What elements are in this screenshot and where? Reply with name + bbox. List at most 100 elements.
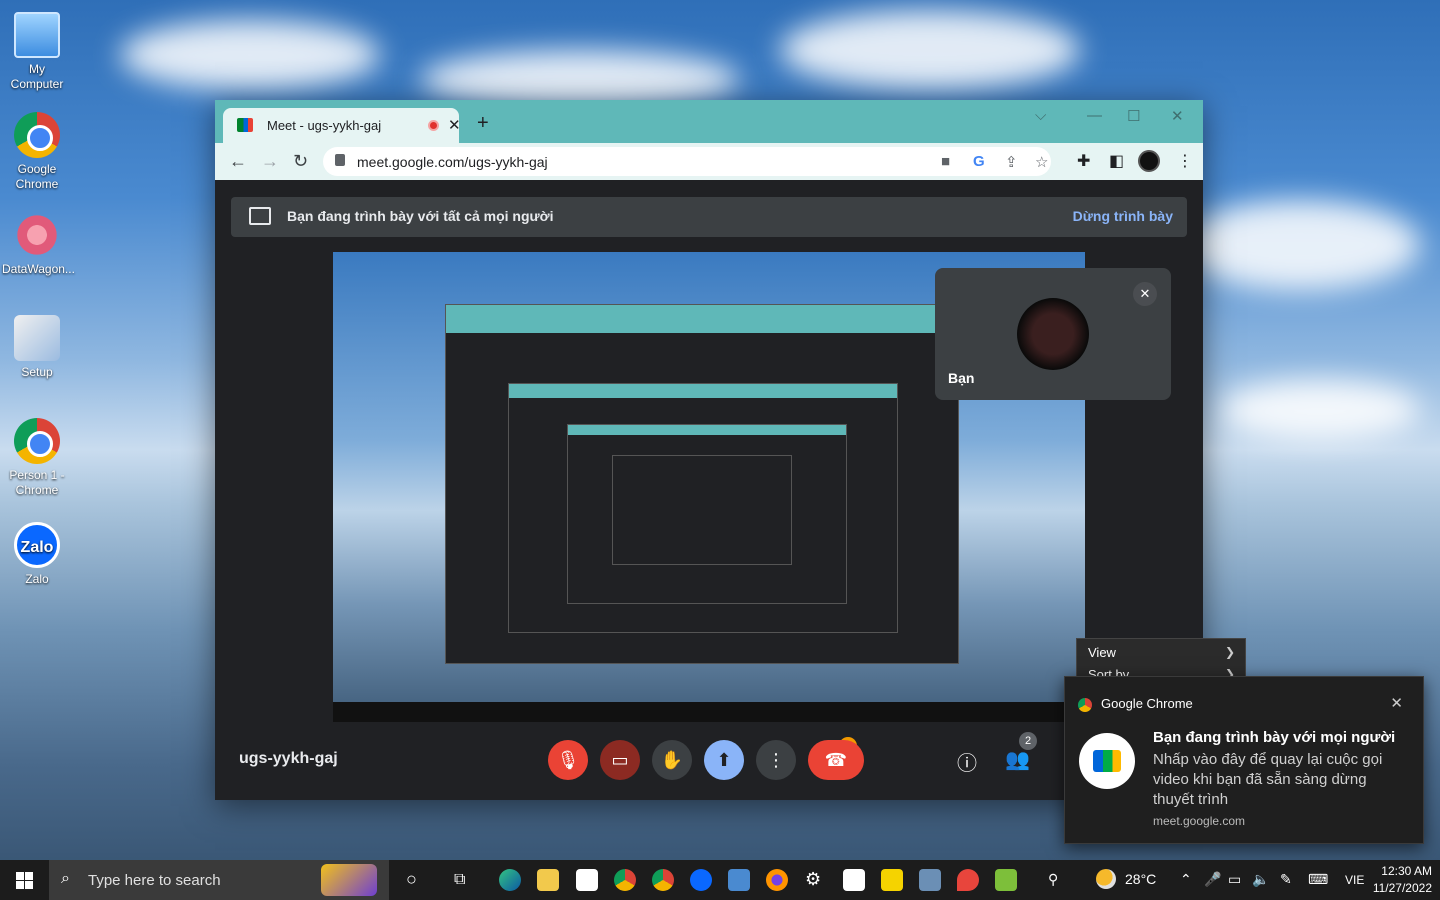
desktop-icon-person1-chrome[interactable]: Person 1 - Chrome	[2, 418, 72, 498]
clock-date: 11/27/2022	[1372, 881, 1432, 895]
camera-off-button[interactable]: ▭	[600, 740, 640, 780]
wallpaper-cloud	[780, 10, 1080, 90]
people-icon[interactable]: ⚲	[1048, 871, 1058, 888]
google-lens-icon[interactable]: G	[973, 153, 985, 170]
my-computer-icon	[14, 12, 60, 58]
more-options-button[interactable]: ⋮	[756, 740, 796, 780]
calculator-icon[interactable]	[919, 869, 941, 891]
end-call-button[interactable]: ☎	[808, 740, 864, 780]
system-clock[interactable]: 12:30 AM 11/27/2022	[1373, 863, 1432, 897]
nested-window-level-1	[445, 304, 959, 664]
nested-tabstrip	[568, 425, 846, 435]
volume-icon[interactable]: 🔈	[1252, 871, 1269, 888]
weather-temperature[interactable]: 28°C	[1125, 871, 1156, 887]
wallpaper-cloud	[120, 20, 380, 90]
notepad-icon[interactable]	[995, 869, 1017, 891]
notification-source: meet.google.com	[1153, 814, 1246, 828]
nested-taskbar	[333, 702, 1085, 722]
cortana-icon[interactable]: ○	[406, 869, 417, 890]
extensions-puzzle-icon[interactable]: ✚	[1077, 151, 1090, 171]
back-button[interactable]: ←	[229, 151, 247, 172]
side-panel-icon[interactable]: ◧	[1109, 151, 1124, 171]
network-icon[interactable]: ▭	[1228, 871, 1241, 888]
notification-title: Bạn đang trình bày với mọi người	[1153, 729, 1396, 746]
desktop-icon-label: DataWagon...	[2, 262, 75, 276]
lock-icon	[335, 154, 345, 166]
task-view-icon[interactable]: ⧉	[454, 871, 465, 889]
mic-off-button[interactable]: 🎙	[548, 740, 588, 780]
search-placeholder: Type here to search	[88, 872, 221, 889]
clock-time: 12:30 AM	[1381, 864, 1432, 878]
share-icon[interactable]: ⇪	[1005, 153, 1018, 171]
edge-icon[interactable]	[499, 869, 521, 891]
nested-window-level-4	[612, 455, 792, 565]
desktop-icon-google-chrome[interactable]: Google Chrome	[2, 112, 72, 192]
nested-tabstrip	[509, 384, 897, 398]
context-menu-item-view[interactable]: View	[1088, 645, 1116, 660]
notification-body: Nhấp vào đây để quay lại cuộc gọi video …	[1153, 751, 1383, 808]
self-avatar	[1017, 298, 1089, 370]
taskbar-search-box[interactable]: ⌕ Type here to search	[49, 860, 389, 900]
wallpaper-cloud	[1220, 380, 1420, 440]
camera-in-use-icon[interactable]: ■	[941, 153, 950, 170]
reload-button[interactable]: ↻	[293, 151, 308, 172]
show-hidden-icons-chevron-icon[interactable]: ⌃	[1180, 871, 1192, 888]
chrome-profile-icon	[14, 418, 60, 464]
touch-keyboard-icon[interactable]: ⌨	[1308, 871, 1328, 888]
google-meet-favicon-icon	[237, 118, 253, 132]
meeting-details-icon[interactable]: ⓘ	[957, 747, 977, 776]
bookmark-star-icon[interactable]: ☆	[1035, 153, 1048, 171]
shield-app-icon[interactable]	[843, 869, 865, 891]
pen-icon[interactable]: ✎	[1280, 871, 1292, 888]
stop-presenting-button[interactable]: Dừng trình bày	[1073, 208, 1173, 224]
chrome-icon	[14, 112, 60, 158]
weather-icon[interactable]	[1096, 869, 1116, 889]
raise-hand-button[interactable]: ✋	[652, 740, 692, 780]
search-highlight-art	[321, 864, 377, 896]
file-explorer-icon[interactable]	[537, 869, 559, 891]
minimize-button[interactable]: —	[1087, 107, 1102, 124]
input-language[interactable]: VIE	[1345, 873, 1364, 887]
new-tab-button[interactable]: +	[477, 112, 489, 135]
self-video-tile[interactable]: ✕ Bạn	[935, 268, 1171, 400]
close-window-button[interactable]: ✕	[1171, 107, 1184, 125]
desktop-icon-label: Person 1 - Chrome	[9, 468, 65, 497]
address-bar[interactable]: meet.google.com/ugs-yykh-gaj ■ G ⇪ ☆	[323, 147, 1051, 176]
desktop-icon-zalo[interactable]: Zalo Zalo	[2, 522, 72, 587]
recording-indicator-icon	[428, 120, 439, 131]
firefox-icon[interactable]	[766, 869, 788, 891]
maximize-button[interactable]: ☐	[1127, 107, 1140, 125]
maps-pin-icon[interactable]	[957, 869, 979, 891]
settings-gear-icon[interactable]: ⚙	[805, 869, 821, 890]
nested-tabstrip	[446, 305, 958, 333]
tab-meet[interactable]: Meet - ugs-yykh-gaj ✕	[223, 108, 461, 143]
notification-close-button[interactable]: ✕	[1390, 694, 1403, 712]
chrome-notification[interactable]: Google Chrome ✕ Bạn đang trình bày với m…	[1064, 676, 1424, 844]
microphone-icon[interactable]: 🎤	[1204, 871, 1221, 888]
tab-close-button[interactable]: ✕	[448, 116, 461, 134]
forward-button[interactable]: →	[261, 151, 279, 172]
browser-toolbar: ← → ↻ meet.google.com/ugs-yykh-gaj ■ G ⇪…	[215, 143, 1203, 180]
store-icon[interactable]	[576, 869, 598, 891]
desktop-icon-datawagon[interactable]: DataWagon...	[2, 212, 75, 277]
desktop-context-menu: View ❯ Sort by ❯	[1076, 638, 1246, 678]
wallpaper-cloud	[1180, 200, 1420, 290]
participants-icon[interactable]: 👥	[1005, 747, 1030, 772]
profile-avatar[interactable]	[1138, 150, 1160, 172]
zalo-taskbar-icon[interactable]	[690, 869, 712, 891]
chrome-taskbar-icon[interactable]	[614, 869, 636, 891]
self-tile-name: Bạn	[948, 370, 975, 386]
chrome-profile-taskbar-icon[interactable]	[652, 869, 674, 891]
sticky-notes-icon[interactable]	[881, 869, 903, 891]
menu-dots-icon[interactable]: ⋮	[1177, 151, 1193, 171]
meeting-code: ugs-yykh-gaj	[239, 750, 338, 767]
chrome-window: Meet - ugs-yykh-gaj ✕ + ⌵ — ☐ ✕ ← → ↻ me…	[215, 100, 1203, 800]
tab-search-chevron-icon[interactable]: ⌵	[1035, 107, 1046, 124]
zalo-icon: Zalo	[14, 522, 60, 568]
remote-desktop-icon[interactable]	[728, 869, 750, 891]
present-now-button[interactable]: ⬆	[704, 740, 744, 780]
desktop-icon-my-computer[interactable]: My Computer	[2, 12, 72, 92]
desktop-icon-setup[interactable]: Setup	[2, 315, 72, 380]
windows-start-icon[interactable]	[16, 872, 33, 889]
datawagon-icon	[14, 212, 60, 258]
